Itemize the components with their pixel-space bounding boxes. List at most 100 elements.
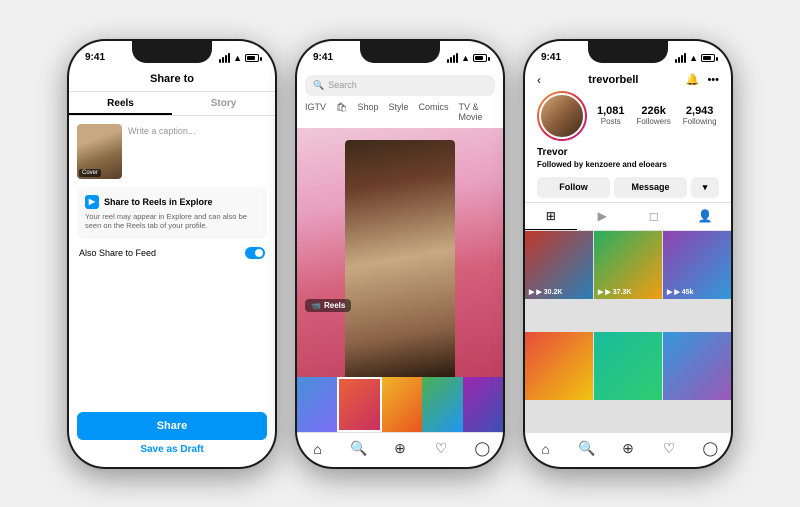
posts-count: 1,081 (597, 105, 625, 117)
option-title-text: Share to Reels in Explore (104, 197, 213, 207)
nav-tab-tv[interactable]: TV & Movie (459, 102, 495, 122)
play-icon-3: ▶ (667, 288, 672, 296)
tab-story[interactable]: Story (172, 92, 275, 115)
count-2: ▶ 37.3K (605, 288, 631, 296)
search-icon-nav[interactable]: 🔍 (347, 439, 371, 459)
status-icons-1: ▲ (219, 53, 259, 63)
time-3: 9:41 (541, 52, 561, 63)
thumb-1[interactable] (297, 377, 337, 432)
grid-item-5[interactable] (594, 332, 662, 400)
profile-username: trevorbell (588, 74, 638, 86)
grid-item-6[interactable] (663, 332, 731, 400)
option-desc: Your reel may appear in Explore and can … (85, 212, 259, 232)
play-icon-1: ▶ (529, 288, 534, 296)
bottom-nav-3: ⌂ 🔍 ⊕ ♡ ◯ (525, 432, 731, 467)
add-icon-3[interactable]: ⊕ (616, 439, 640, 459)
tab-reels[interactable]: ▶ (577, 203, 629, 230)
tab-tagged[interactable]: ◻ (628, 203, 680, 230)
nav-tab-igtv[interactable]: IGTV (305, 102, 326, 122)
tab-reels[interactable]: Reels (69, 92, 172, 115)
reels-label: 📹 Reels (305, 299, 351, 312)
stat-followers: 226k Followers (637, 105, 671, 126)
profile-bio: Trevor Followed by kenzoere and eloears (525, 147, 731, 173)
follow-button[interactable]: Follow (537, 177, 610, 198)
thumb-4[interactable] (422, 377, 462, 432)
thumb-5[interactable] (463, 377, 503, 432)
video-person (345, 140, 455, 377)
nav-tab-shop[interactable]: Shop (357, 102, 378, 122)
also-share-label: Also Share to Feed (79, 248, 156, 258)
share-button[interactable]: Share (77, 412, 267, 440)
followed-by-text: Followed by (537, 160, 585, 169)
reels-camera-icon: 📹 (311, 301, 321, 310)
share-footer: Share Save as Draft (69, 406, 275, 467)
tab-grid[interactable]: ⊞ (525, 203, 577, 230)
grid-count-1: ▶ ▶ 30.2K (529, 288, 562, 296)
search-icon-3[interactable]: 🔍 (575, 439, 599, 459)
grid-count-2: ▶ ▶ 37.3K (598, 288, 631, 296)
grid-item-3[interactable]: ▶ ▶ 45k (663, 231, 731, 299)
profile-name: Trevor (537, 147, 719, 158)
also-share-toggle[interactable] (245, 247, 265, 259)
cover-label: Cover (79, 169, 101, 177)
home-icon[interactable]: ⌂ (306, 439, 330, 459)
grid-item-2[interactable]: ▶ ▶ 37.3K (594, 231, 662, 299)
message-button[interactable]: Message (614, 177, 687, 198)
following-count: 2,943 (683, 105, 717, 117)
nav-tab-style[interactable]: Style (388, 102, 408, 122)
followers-count: 226k (637, 105, 671, 117)
home-icon-3[interactable]: ⌂ (534, 439, 558, 459)
video-bg (297, 128, 503, 377)
notch-1 (132, 41, 212, 63)
back-icon[interactable]: ‹ (537, 73, 541, 87)
stat-posts: 1,081 Posts (597, 105, 625, 126)
status-icons-2: ▲ (447, 53, 487, 63)
time-2: 9:41 (313, 52, 333, 63)
reels-label-text: Reels (324, 301, 345, 310)
profile-icon[interactable]: ◯ (470, 439, 494, 459)
heart-icon-3[interactable]: ♡ (657, 439, 681, 459)
caption-input[interactable]: Write a caption... (128, 124, 267, 136)
followed-by: Followed by kenzoere and eloears (537, 160, 719, 169)
share-tabs: Reels Story (69, 92, 275, 116)
content-grid: ▶ ▶ 30.2K ▶ ▶ 37.3K ▶ ▶ 45k (525, 231, 731, 432)
heart-icon[interactable]: ♡ (429, 439, 453, 459)
more-options-icon[interactable]: ••• (707, 74, 719, 86)
action-buttons: Follow Message ▾ (525, 173, 731, 202)
save-draft-button[interactable]: Save as Draft (77, 440, 267, 461)
followers-label: Followers (637, 117, 671, 126)
phone-2: 9:41 ▲ 🔍 Search IGTV 🛍 Shop Style Comics… (295, 39, 505, 469)
shop-icon: 🛍 (336, 102, 347, 122)
bottom-nav-2: ⌂ 🔍 ⊕ ♡ ◯ (297, 432, 503, 467)
posts-label: Posts (597, 117, 625, 126)
nav-tabs: IGTV 🛍 Shop Style Comics TV & Movie (297, 100, 503, 128)
grid-item-1[interactable]: ▶ ▶ 30.2K (525, 231, 593, 299)
thumb-2[interactable] (337, 377, 381, 432)
add-icon[interactable]: ⊕ (388, 439, 412, 459)
thumb-3[interactable] (382, 377, 422, 432)
profile-header: ‹ trevorbell 🔔 ••• (525, 69, 731, 91)
battery-icon (245, 54, 259, 62)
notch-2 (360, 41, 440, 63)
battery-icon-3 (701, 54, 715, 62)
also-share-row: Also Share to Feed (77, 247, 267, 259)
header-icons: 🔔 ••• (686, 73, 719, 86)
avatar-inner (539, 93, 585, 139)
reels-option-icon: ▶ (85, 195, 99, 209)
grid-item-4[interactable] (525, 332, 593, 400)
notification-bell-icon[interactable]: 🔔 (686, 73, 700, 86)
status-icons-3: ▲ (675, 53, 715, 63)
battery-icon-2 (473, 54, 487, 62)
signal-icon-2 (447, 53, 458, 63)
notch-3 (588, 41, 668, 63)
grid-img-6 (663, 332, 731, 400)
search-input[interactable]: 🔍 Search (305, 75, 495, 96)
nav-tab-comics[interactable]: Comics (419, 102, 449, 122)
profile-icon-3[interactable]: ◯ (698, 439, 722, 459)
content-tabs: ⊞ ▶ ◻ 👤 (525, 202, 731, 231)
phone-3: 9:41 ▲ ‹ trevorbell 🔔 ••• 1, (523, 39, 733, 469)
tab-person[interactable]: 👤 (680, 203, 732, 230)
wifi-icon-3: ▲ (689, 53, 698, 63)
wifi-icon: ▲ (233, 53, 242, 63)
dropdown-button[interactable]: ▾ (691, 177, 719, 198)
